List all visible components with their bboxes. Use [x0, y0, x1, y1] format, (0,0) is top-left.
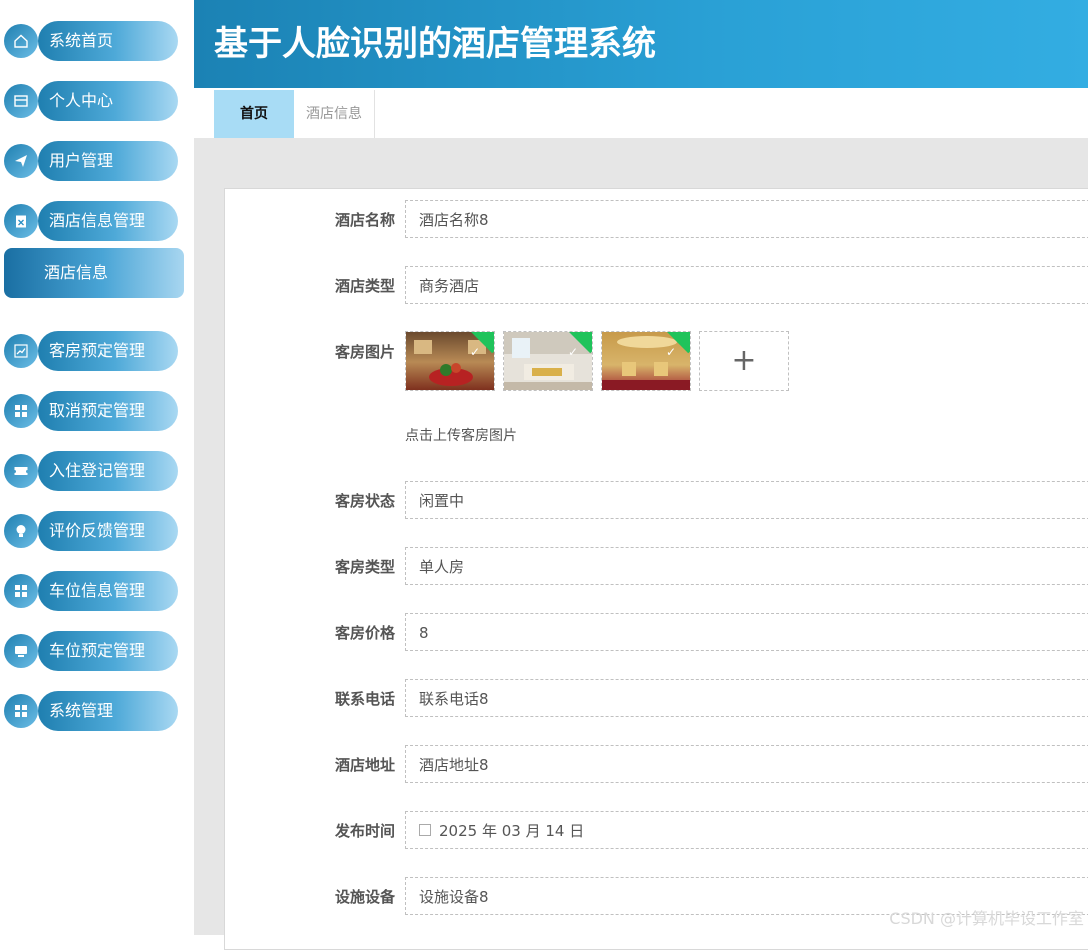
check-icon: ✓: [567, 345, 578, 359]
sidebar-item-cancel-booking[interactable]: 取消预定管理: [4, 391, 178, 431]
sidebar-item-feedback[interactable]: 评价反馈管理: [4, 511, 178, 551]
sidebar-item-label: 系统管理: [49, 701, 114, 720]
header: 基于人脸识别的酒店管理系统: [194, 0, 1088, 88]
sidebar-item-label: 车位信息管理: [49, 581, 146, 600]
publish-time-field[interactable]: 2025 年 03 月 14 日: [405, 811, 1088, 849]
grid-icon: [4, 394, 38, 428]
sidebar-item-label: 系统首页: [49, 31, 114, 50]
publish-time-value: 2025 年 03 月 14 日: [439, 822, 585, 840]
address-field[interactable]: 酒店地址8: [405, 745, 1088, 783]
sidebar-item-room-booking[interactable]: 客房预定管理: [4, 331, 178, 371]
phone-field[interactable]: 联系电话8: [405, 679, 1088, 717]
room-price-label: 客房价格: [334, 624, 395, 642]
hotel-name-label: 酒店名称: [334, 211, 395, 229]
check-icon: ✓: [665, 345, 676, 359]
watermark: CSDN @计算机毕设工作室: [889, 909, 1084, 928]
sidebar-item-parking-info[interactable]: 车位信息管理: [4, 571, 178, 611]
upload-hint: 点击上传客房图片: [405, 428, 517, 444]
facilities-label: 设施设备: [334, 888, 395, 906]
publish-time-label: 发布时间: [334, 822, 395, 840]
sidebar-item-label: 取消预定管理: [49, 401, 146, 420]
hotel-name-field[interactable]: 酒店名称8: [405, 200, 1088, 238]
room-image-thumb[interactable]: ✓: [405, 331, 495, 391]
sidebar-item-label: 客房预定管理: [49, 341, 146, 360]
paper-plane-icon: [4, 144, 38, 178]
sidebar-item-hotel-info-mgmt[interactable]: 酒店信息管理: [4, 201, 178, 241]
grid-icon: [4, 694, 38, 728]
sidebar-item-label: 酒店信息管理: [49, 211, 146, 230]
grid-icon: [4, 574, 38, 608]
sidebar-item-label: 用户管理: [49, 151, 114, 170]
room-price-field[interactable]: 8: [405, 613, 1088, 651]
address-label: 酒店地址: [334, 756, 395, 774]
tab-hotel-info[interactable]: 酒店信息: [294, 90, 375, 138]
room-type-field[interactable]: 单人房: [405, 547, 1088, 585]
bulb-icon: [4, 514, 38, 548]
room-status-label: 客房状态: [334, 492, 395, 510]
sidebar-item-label: 评价反馈管理: [49, 521, 146, 540]
sidebar-item-system[interactable]: 系统管理: [4, 691, 178, 731]
home-icon: [4, 24, 38, 58]
room-image-thumb[interactable]: ✓: [503, 331, 593, 391]
plus-icon: +: [731, 343, 757, 378]
sidebar-item-home[interactable]: 系统首页: [4, 21, 178, 61]
sidebar-item-parking-booking[interactable]: 车位预定管理: [4, 631, 178, 671]
chart-icon: [4, 334, 38, 368]
sidebar: 系统首页 个人中心 用户管理 酒店信息管理 酒店信息 客房预定管理 取消预定管理…: [0, 0, 194, 935]
tab-home[interactable]: 首页: [214, 90, 294, 138]
room-status-field[interactable]: 闲置中: [405, 481, 1088, 519]
sidebar-item-label: 入住登记管理: [49, 461, 146, 480]
sidebar-item-users[interactable]: 用户管理: [4, 141, 178, 181]
calendar-icon: [419, 823, 431, 836]
monitor-icon: [4, 634, 38, 668]
upload-image-button[interactable]: +: [699, 331, 789, 391]
hotel-type-field[interactable]: 商务酒店: [405, 266, 1088, 304]
room-images-label: 客房图片: [334, 343, 395, 361]
sidebar-subitem-label: 酒店信息: [44, 263, 109, 282]
ticket-icon: [4, 454, 38, 488]
wallet-icon: [4, 84, 38, 118]
clipboard-icon: [4, 204, 38, 238]
check-icon: ✓: [469, 345, 480, 359]
sidebar-item-profile[interactable]: 个人中心: [4, 81, 178, 121]
room-type-label: 客房类型: [334, 558, 395, 576]
sidebar-item-checkin[interactable]: 入住登记管理: [4, 451, 178, 491]
page-title: 基于人脸识别的酒店管理系统: [214, 24, 656, 64]
phone-label: 联系电话: [334, 690, 395, 708]
sidebar-item-label: 个人中心: [49, 91, 114, 110]
tab-bar: 首页 酒店信息: [194, 88, 1088, 138]
room-image-thumb[interactable]: ✓: [601, 331, 691, 391]
sidebar-subitem-hotel-info[interactable]: 酒店信息: [4, 248, 184, 298]
hotel-type-label: 酒店类型: [334, 277, 395, 295]
sidebar-item-label: 车位预定管理: [49, 641, 146, 660]
